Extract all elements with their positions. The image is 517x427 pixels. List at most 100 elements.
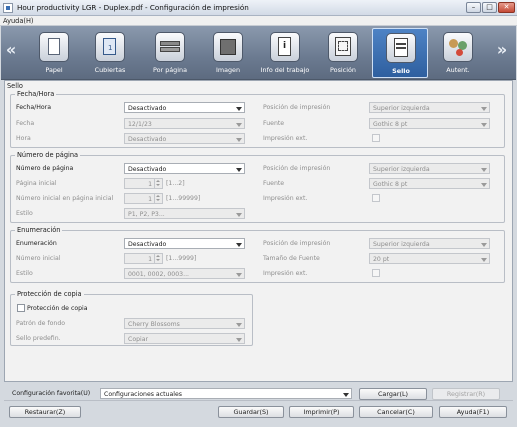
chevron-down-icon <box>481 122 487 127</box>
pattern-select[interactable]: Cherry Blossoms <box>124 318 245 329</box>
covers-icon: 1 <box>95 32 125 62</box>
time-select[interactable]: Desactivado <box>124 133 245 144</box>
window-title: Hour productivity LGR - Duplex.pdf - Con… <box>17 3 249 12</box>
tab-label: Sello <box>392 67 410 75</box>
enum-position-label: Posición de impresión <box>263 240 331 247</box>
restore-button[interactable]: Restaurar(Z) <box>9 406 81 418</box>
title-bar: Hour productivity LGR - Duplex.pdf - Con… <box>0 0 517 16</box>
help-button[interactable]: Ayuda(F1) <box>439 406 507 418</box>
chevron-down-icon <box>236 106 242 111</box>
select-value: Desactivado <box>128 240 167 248</box>
page-ext-label: Impresión ext. <box>263 195 308 202</box>
preset-stamp-label: Sello predefin. <box>16 335 61 342</box>
load-button[interactable]: Cargar(L) <box>359 388 427 400</box>
chevron-down-icon <box>236 272 242 277</box>
preset-stamp-select[interactable]: Copiar <box>124 333 245 344</box>
datetime-font-select[interactable]: Gothic 8 pt <box>369 118 490 129</box>
tab-label: Posición <box>330 66 356 74</box>
page-style-select[interactable]: P1, P2, P3... <box>124 208 245 219</box>
pattern-label: Patrón de fondo <box>16 320 66 327</box>
stepper-arrows-icon[interactable] <box>154 194 162 203</box>
page-style-label: Estilo <box>16 210 33 217</box>
enum-position-select[interactable]: Superior izquierda <box>369 238 490 249</box>
tab-position[interactable]: Posición <box>315 28 371 78</box>
select-value: Desactivado <box>128 135 167 143</box>
page-number-label: Número de página <box>16 165 74 172</box>
datetime-ext-label: Impresión ext. <box>263 135 308 142</box>
chevron-down-icon <box>481 106 487 111</box>
tab-label: Papel <box>45 66 63 74</box>
select-value: 12/1/23 <box>128 120 152 128</box>
page-number-select[interactable]: Desactivado <box>124 163 245 174</box>
chevron-down-icon <box>343 392 349 397</box>
tab-label: Info del trabajo <box>260 66 310 74</box>
start-page-stepper[interactable]: 1 <box>124 178 163 189</box>
register-button[interactable]: Registrar(R) <box>432 388 500 400</box>
stepper-value: 1 <box>148 255 152 263</box>
chevron-down-icon <box>236 337 242 342</box>
select-value: Superior izquierda <box>373 104 430 112</box>
datetime-ext-checkbox[interactable] <box>372 134 380 142</box>
tab-label: Autent. <box>446 66 470 74</box>
page-position-select[interactable]: Superior izquierda <box>369 163 490 174</box>
per-page-icon <box>155 32 185 62</box>
page-font-select[interactable]: Gothic 8 pt <box>369 178 490 189</box>
enum-fontsize-label: Tamaño de Fuente <box>263 255 320 262</box>
stepper-arrows-icon[interactable] <box>154 179 162 188</box>
print-button[interactable]: Imprimir(P) <box>289 406 354 418</box>
scroll-left-icon[interactable]: « <box>4 39 18 61</box>
enum-start-stepper[interactable]: 1 <box>124 253 163 264</box>
time-label: Hora <box>16 135 31 142</box>
select-value: Gothic 8 pt <box>373 180 408 188</box>
favorite-select[interactable]: Configuraciones actuales <box>100 388 352 399</box>
chevron-down-icon <box>481 242 487 247</box>
chevron-down-icon <box>481 257 487 262</box>
tab-authentication[interactable]: Autent. <box>430 28 486 78</box>
stepper-arrows-icon[interactable] <box>154 254 162 263</box>
position-icon <box>328 32 358 62</box>
start-number-range: [1...99999] <box>166 195 201 202</box>
paper-icon <box>39 32 69 62</box>
stepper-value: 1 <box>148 180 152 188</box>
tab-paper[interactable]: Papel <box>26 28 82 78</box>
datetime-label: Fecha/Hora <box>16 104 52 111</box>
panel-title: Sello <box>7 82 23 90</box>
enumeration-select[interactable]: Desactivado <box>124 238 245 249</box>
enum-fontsize-select[interactable]: 20 pt <box>369 253 490 264</box>
select-value: Superior izquierda <box>373 165 430 173</box>
date-select[interactable]: 12/1/23 <box>124 118 245 129</box>
tab-label: Cubiertas <box>94 66 126 74</box>
enum-style-select[interactable]: 0001, 0002, 0003... <box>124 268 245 279</box>
select-value: 20 pt <box>373 255 390 263</box>
close-button[interactable]: ✕ <box>498 2 515 13</box>
job-info-icon: i <box>270 32 300 62</box>
enum-start-label: Número inicial <box>16 255 61 262</box>
tab-stamp[interactable]: Sello <box>372 28 428 78</box>
copy-protection-checkbox[interactable] <box>17 304 25 312</box>
tab-image[interactable]: Imagen <box>200 28 256 78</box>
chevron-down-icon <box>236 212 242 217</box>
enum-ext-checkbox[interactable] <box>372 269 380 277</box>
minimize-button[interactable]: – <box>466 2 481 13</box>
scroll-right-icon[interactable]: » <box>495 39 509 61</box>
menu-bar: Ayuda(H) <box>0 16 517 26</box>
tab-covers[interactable]: 1 Cubiertas <box>82 28 138 78</box>
datetime-position-select[interactable]: Superior izquierda <box>369 102 490 113</box>
tab-per-page[interactable]: Por página <box>142 28 198 78</box>
enumeration-label: Enumeración <box>16 240 57 247</box>
tab-job-info[interactable]: i Info del trabajo <box>257 28 313 78</box>
menu-help[interactable]: Ayuda(H) <box>3 17 33 25</box>
start-number-stepper[interactable]: 1 <box>124 193 163 204</box>
enum-ext-label: Impresión ext. <box>263 270 308 277</box>
group-title: Fecha/Hora <box>15 90 57 98</box>
maximize-button[interactable]: □ <box>482 2 497 13</box>
start-page-range: [1...2] <box>166 180 185 187</box>
page-ext-checkbox[interactable] <box>372 194 380 202</box>
date-label: Fecha <box>16 120 35 127</box>
select-value: Copiar <box>128 335 149 343</box>
save-button[interactable]: Guardar(S) <box>218 406 284 418</box>
datetime-select[interactable]: Desactivado <box>124 102 245 113</box>
cancel-button[interactable]: Cancelar(C) <box>359 406 433 418</box>
page-position-label: Posición de impresión <box>263 165 331 172</box>
group-title: Número de página <box>15 151 81 159</box>
